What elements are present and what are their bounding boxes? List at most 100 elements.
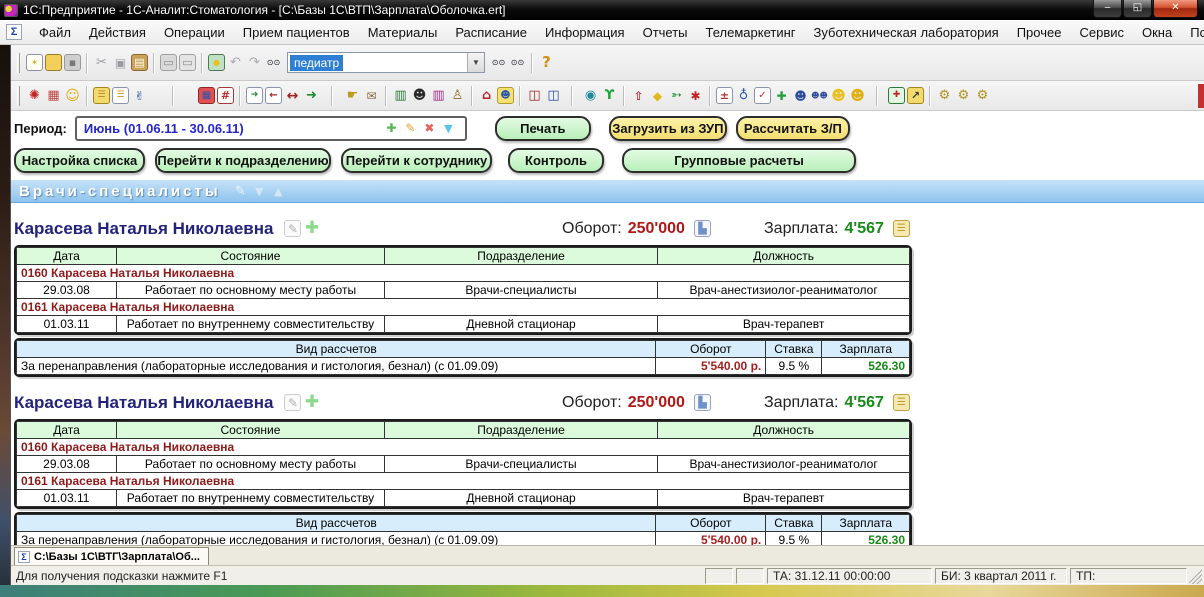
calc-salary-button[interactable]: Рассчитать З/П [736,116,850,141]
wallet-icon[interactable]: ✉ [363,87,380,104]
edit-section-icon[interactable]: ✎ [232,183,249,200]
disc-report-icon[interactable]: ◉ [582,87,599,104]
settings-list-icon[interactable]: ⚙ [936,87,953,104]
salary-coins-stack-icon[interactable]: ☰ [893,220,910,237]
mdi-window-tab[interactable]: Σ C:\Базы 1С\ВТГ\Зарплата\Об... [14,547,209,565]
select-period-icon[interactable]: ▼ [440,120,457,137]
menu-item-1[interactable]: Действия [80,22,155,43]
load-zup-button[interactable]: Загрузить из ЗУП [609,116,727,141]
menu-item-5[interactable]: Расписание [446,22,536,43]
transfer-red-icon[interactable]: ↔ [284,87,301,104]
ambulance-icon[interactable]: ✚ [888,87,905,104]
collapse-section-icon[interactable]: ▼ [251,183,268,200]
catalog-books-2-icon[interactable]: ▥ [430,87,447,104]
paste-icon[interactable]: ▤ [131,54,148,71]
control-button[interactable]: Контроль [508,148,604,173]
exit-session-icon[interactable]: ● [208,54,225,71]
copy-icon[interactable]: ▣ [112,54,129,71]
transfer-green-icon[interactable]: ➜ [303,87,320,104]
period-field[interactable]: Июнь (01.06.11 - 30.06.11) ✚✎✖▼ [75,116,467,141]
clock-face-icon[interactable]: ☺ [64,87,81,104]
dismiss-employee-icon[interactable]: ⇧ [630,87,647,104]
menu-item-8[interactable]: Телемаркетинг [697,22,805,43]
doc-export-icon[interactable]: ← [265,87,282,104]
find-icon[interactable]: ⊙⊙ [265,54,282,71]
clinic-building-icon[interactable]: ⌂ [478,87,495,104]
payment-hand-icon[interactable]: ☛ [344,87,361,104]
undo-icon[interactable]: ↶ [227,54,244,71]
goto-department-button[interactable]: Перейти к подразделению [155,148,331,173]
send-export-icon[interactable]: ↗ [907,87,924,104]
settings-transfer-icon[interactable]: ⚙ [955,87,972,104]
menu-item-4[interactable]: Материалы [359,22,447,43]
turnover-chart-icon[interactable]: ▙ [694,394,711,411]
catalog-books-icon[interactable]: ▥ [392,87,409,104]
print-icon[interactable]: ▭ [160,54,177,71]
close-button[interactable]: ✕ [1153,0,1198,18]
add-record-icon[interactable]: ✚ [303,220,320,237]
save-icon[interactable]: ▪ [64,54,81,71]
bonus-diamond-icon[interactable]: ◆ [649,87,666,104]
edit-employee-icon[interactable]: ✎ [284,220,301,237]
services-cube-icon[interactable]: ▦ [198,87,215,104]
doc-check-icon[interactable]: ✓ [754,87,771,104]
menu-item-2[interactable]: Операции [155,22,234,43]
personnel-icon[interactable]: ✌ [131,87,148,104]
turnover-chart-icon[interactable]: ▙ [694,220,711,237]
resize-grip[interactable] [1189,568,1202,584]
salary-coins-stack-icon[interactable]: ☰ [893,394,910,411]
menu-item-13[interactable]: Помощь [1181,22,1204,43]
table-list-icon[interactable]: ▦ [45,87,62,104]
announcement-icon[interactable]: ☻ [497,87,514,104]
salary-coins-icon[interactable]: ☰ [93,87,110,104]
minimize-button[interactable]: – [1093,0,1122,18]
cut-icon[interactable]: ✂ [93,54,110,71]
add-record-icon[interactable]: ✚ [303,394,320,411]
find-next-icon[interactable]: ⊙⊙ [490,54,507,71]
help-icon[interactable]: ? [538,54,555,71]
patient-card-icon[interactable]: ☻ [411,87,428,104]
exit-app-butterfly-icon[interactable]: ✺ [26,87,43,104]
doc-import-icon[interactable]: ➜ [246,87,263,104]
menu-item-6[interactable]: Информация [536,22,634,43]
patients-group-icon[interactable]: ☻☻ [811,87,828,104]
menu-item-10[interactable]: Прочее [1008,22,1071,43]
expand-section-icon[interactable]: ▲ [270,183,287,200]
settings-exchange-icon[interactable]: ⚙ [974,87,991,104]
smiley-shades-2-icon[interactable]: ☻ [849,87,866,104]
group-calcs-button[interactable]: Групповые расчеты [622,148,856,173]
maximize-button[interactable]: ◱ [1123,0,1152,18]
journal-blue-icon[interactable]: ◫ [545,87,562,104]
cancel-action-icon[interactable]: ✱ [687,87,704,104]
new-document-icon[interactable]: ✶ [26,54,43,71]
print-button[interactable]: Печать [495,116,591,141]
redo-icon[interactable]: ↷ [246,54,263,71]
structure-tree-icon[interactable]: ➳ [668,87,685,104]
menu-item-12[interactable]: Окна [1133,22,1181,43]
list-settings-button[interactable]: Настройка списка [14,148,145,173]
search-combobox[interactable]: педиатр ▼ [287,52,485,73]
open-folder-icon[interactable] [45,54,62,71]
salary-document-icon[interactable]: ☰ [112,87,129,104]
schedule-grid-icon[interactable]: # [217,87,234,104]
patient-doc-icon[interactable]: ☻ [792,87,809,104]
combobox-dropdown-icon[interactable]: ▼ [467,53,484,72]
menu-item-0[interactable]: Файл [30,22,80,43]
delete-period-icon[interactable]: ✖ [421,120,438,137]
mdi-system-icon[interactable]: Σ [6,24,22,40]
edit-period-icon[interactable]: ✎ [402,120,419,137]
menu-item-9[interactable]: Зуботехническая лаборатория [805,22,1008,43]
edit-employee-icon[interactable]: ✎ [284,394,301,411]
smiley-shades-icon[interactable]: ☻ [830,87,847,104]
journal-red-icon[interactable]: ◫ [526,87,543,104]
find-previous-icon[interactable]: ⊙⊙ [509,54,526,71]
menu-item-11[interactable]: Сервис [1070,22,1133,43]
workplace-icon[interactable]: ♙ [449,87,466,104]
goto-employee-button[interactable]: Перейти к сотруднику [341,148,492,173]
menu-item-3[interactable]: Прием пациентов [234,22,359,43]
add-period-icon[interactable]: ✚ [383,120,400,137]
internet-globe-icon[interactable]: ♁ [735,87,752,104]
add-patient-icon[interactable]: ✚ [773,87,790,104]
menu-item-7[interactable]: Отчеты [634,22,697,43]
employee-green-icon[interactable]: ϒ [601,87,618,104]
